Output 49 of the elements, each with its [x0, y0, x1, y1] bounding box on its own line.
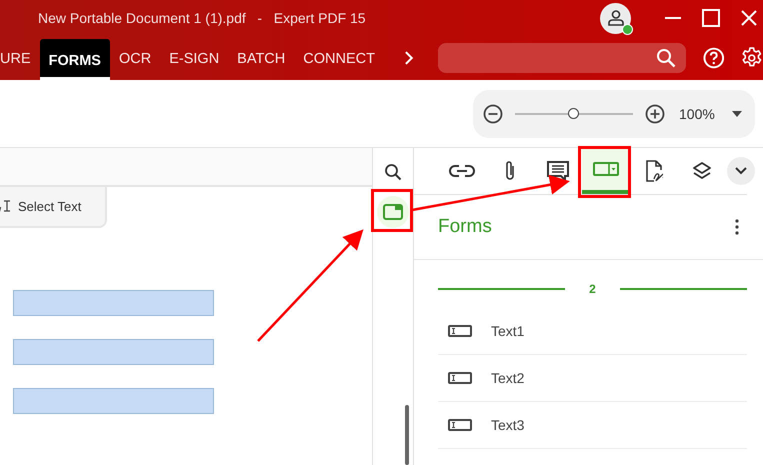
form-text-field[interactable]: [13, 388, 214, 414]
ribbon-tab[interactable]: FORMS: [40, 39, 110, 80]
comment-icon: [547, 161, 569, 181]
signed-document-icon: [645, 160, 663, 182]
text-cursor-icon: [0, 198, 12, 214]
expand-button[interactable]: [727, 157, 755, 185]
select-text-tool[interactable]: Select Text: [0, 187, 107, 228]
link-icon: [449, 164, 475, 178]
highlight-frame: [371, 189, 413, 232]
form-field-item[interactable]: Text1: [438, 308, 747, 355]
search-icon: [384, 163, 402, 181]
form-icon: [383, 204, 403, 220]
settings-icon[interactable]: [741, 47, 763, 69]
help-icon[interactable]: [702, 47, 724, 69]
ribbon-tab[interactable]: OCR: [110, 36, 160, 76]
group-header: 2: [588, 282, 597, 296]
close-icon[interactable]: [739, 8, 759, 28]
slider-thumb[interactable]: [568, 108, 579, 118]
form-field-item[interactable]: Text3: [438, 402, 747, 449]
form-text-field[interactable]: [13, 290, 214, 316]
user-avatar[interactable]: [600, 2, 631, 34]
form-text-field[interactable]: [13, 339, 214, 365]
highlight-frame: [578, 146, 631, 198]
zoom-in-icon[interactable]: [645, 104, 665, 124]
forms-button[interactable]: [377, 196, 409, 228]
more-options-icon[interactable]: [735, 219, 739, 235]
dropdown-caret-icon[interactable]: [730, 110, 743, 118]
ribbon-tab[interactable]: URE: [0, 36, 40, 76]
layers-icon: [692, 161, 712, 181]
ribbon-tab[interactable]: BATCH: [228, 36, 294, 76]
person-icon: [606, 9, 624, 27]
panel-title: Forms: [438, 216, 492, 238]
scrollbar[interactable]: [405, 405, 409, 465]
form-field-icon: [593, 162, 619, 176]
text-field-icon: [448, 325, 474, 337]
text-field-icon: [448, 419, 474, 431]
search-icon: [656, 48, 676, 68]
forms-tool-button[interactable]: [582, 148, 630, 194]
ribbon-tab[interactable]: CONNECT: [294, 36, 384, 76]
chevron-down-icon: [734, 166, 748, 176]
search-field[interactable]: [438, 43, 686, 73]
form-field-item[interactable]: Text2: [438, 355, 747, 402]
text-field-icon: [448, 372, 474, 384]
window-title: New Portable Document 1 (1).pdf - Expert PDF 15: [38, 10, 367, 26]
paperclip-icon: [504, 160, 516, 182]
zoom-value: 100%: [679, 106, 715, 122]
maximize-icon[interactable]: [701, 8, 721, 28]
zoom-out-icon[interactable]: [483, 104, 503, 124]
ribbon-tab[interactable]: E-SIGN: [160, 36, 228, 76]
